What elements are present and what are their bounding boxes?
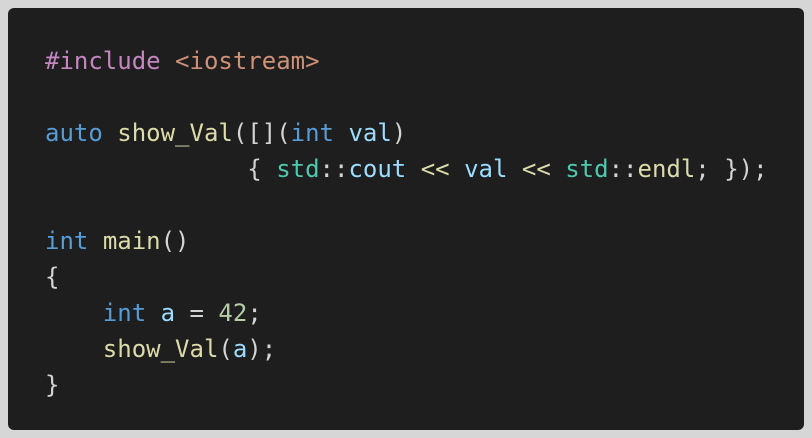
- code-token: val: [348, 119, 392, 147]
- code-token: ::: [319, 155, 349, 183]
- code-token: #include: [45, 47, 161, 75]
- code-token: cout: [348, 155, 407, 183]
- code-token: }: [45, 371, 60, 399]
- code-token: int: [45, 227, 89, 255]
- code-line: int main(): [45, 223, 768, 259]
- code-token: <<: [521, 155, 551, 183]
- code-token: a: [232, 335, 248, 363]
- code-content[interactable]: #include <iostream> auto show_Val([](int…: [45, 43, 768, 403]
- code-token: val: [464, 155, 508, 183]
- code-token: show_Val: [102, 335, 219, 363]
- code-line: }: [45, 367, 768, 403]
- code-line: int a = 42;: [45, 295, 768, 331]
- code-token: int: [290, 119, 334, 147]
- code-block: #include <iostream> auto show_Val([](int…: [8, 8, 804, 430]
- code-token: 42: [218, 299, 248, 327]
- code-token: ([](: [232, 119, 291, 147]
- code-token: );: [247, 335, 277, 363]
- code-token: ::: [608, 155, 638, 183]
- code-token: =: [175, 299, 219, 327]
- code-line: {: [45, 259, 768, 295]
- code-token: auto: [45, 119, 103, 147]
- code-token: endl: [637, 155, 696, 183]
- code-line: { std::cout << val << std::endl; });: [45, 151, 768, 187]
- code-token: std: [565, 155, 609, 183]
- code-line: show_Val(a);: [45, 331, 768, 367]
- code-token: (: [218, 335, 233, 363]
- code-token: ): [391, 119, 407, 147]
- code-token: {: [45, 263, 60, 291]
- code-token: {: [45, 155, 277, 183]
- code-token: a: [160, 299, 176, 327]
- code-token: ;: [247, 299, 262, 327]
- code-token: (): [160, 227, 190, 255]
- code-token: show_Val: [117, 119, 233, 147]
- code-token: std: [276, 155, 320, 183]
- code-token: main: [102, 227, 161, 255]
- code-token: <<: [420, 155, 450, 183]
- code-token: int: [102, 299, 147, 327]
- code-line: auto show_Val([](int val): [45, 115, 768, 151]
- code-token: ; });: [695, 155, 768, 183]
- code-line: #include <iostream>: [45, 43, 768, 79]
- code-token: <iostream>: [175, 47, 320, 75]
